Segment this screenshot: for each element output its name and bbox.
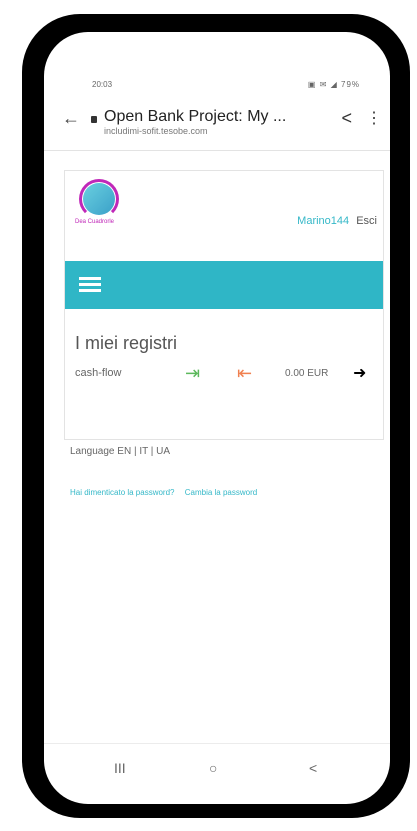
login-icon[interactable]: ⇥ [185, 363, 205, 383]
lock-icon [91, 116, 97, 123]
logo-text: Dea Cuadrorle [75, 219, 115, 225]
divider [44, 150, 390, 151]
menu-icon[interactable]: ⋮ [366, 108, 382, 128]
hamburger-icon[interactable] [79, 277, 101, 293]
back-arrow-icon[interactable]: ← [62, 108, 80, 129]
logout-icon[interactable]: ⇤ [237, 363, 257, 383]
logout-link[interactable]: Esci [356, 215, 377, 227]
bank-card: Dea Cuadrorle Marino144 Esci I miei regi… [64, 170, 384, 440]
nav-bar [65, 261, 383, 309]
logo[interactable]: Dea Cuadrorle [75, 179, 125, 239]
password-links: Hai dimenticato la password? Cambia la p… [70, 488, 265, 497]
user-area: Marino144 Esci [297, 215, 377, 227]
system-nav-bar: III ○ < [44, 743, 390, 804]
language-selector[interactable]: Language EN | IT | UA [70, 446, 170, 457]
share-icon[interactable]: < [341, 108, 352, 129]
logo-people-icon [83, 183, 115, 215]
recent-apps-icon[interactable]: III [114, 760, 126, 776]
nav-back-icon[interactable]: < [309, 760, 317, 776]
username-link[interactable]: Marino144 [297, 215, 349, 227]
page-title: Open Bank Project: My ... [104, 108, 287, 125]
home-icon[interactable]: ○ [209, 760, 217, 776]
ledger-row[interactable]: cash-flow ⇥ ⇤ 0.00 EUR ➜ [75, 363, 375, 387]
page-url[interactable]: includimi-sofit.tesobe.com [104, 126, 208, 136]
status-time: 20:03 [92, 80, 113, 89]
arrow-right-icon[interactable]: ➜ [353, 363, 366, 383]
change-password-link[interactable]: Cambia la password [185, 488, 257, 497]
phone-screen: 20:03 ▣ ✉ ◢ 79% ← Open Bank Project: My … [44, 32, 390, 804]
browser-bar: ← Open Bank Project: My ... includimi-so… [44, 104, 390, 146]
forgot-password-link[interactable]: Hai dimenticato la password? [70, 488, 175, 497]
status-indicators: ▣ ✉ ◢ 79% [307, 80, 360, 89]
status-bar: 20:03 ▣ ✉ ◢ 79% [44, 80, 390, 96]
ledger-name[interactable]: cash-flow [75, 367, 121, 379]
ledger-amount: 0.00 EUR [285, 368, 329, 379]
section-title: I miei registri [75, 333, 178, 353]
